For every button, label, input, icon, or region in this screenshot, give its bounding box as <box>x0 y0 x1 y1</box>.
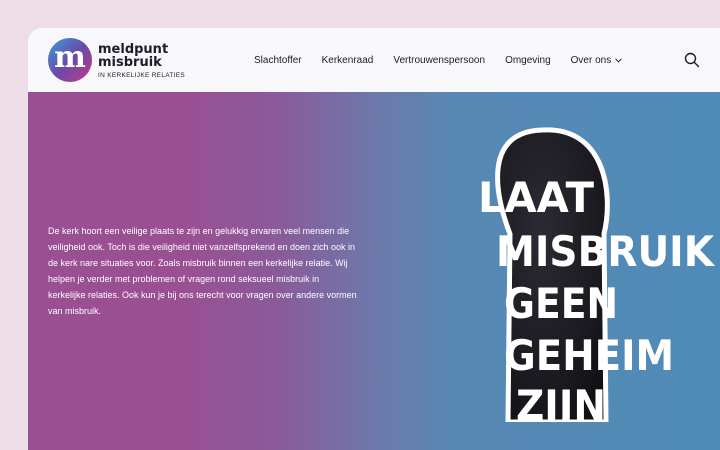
nav-item-slachtoffer[interactable]: Slachtoffer <box>254 55 302 66</box>
logo-name-line2: misbruik <box>98 55 162 70</box>
nav-item-vertrouwenspersoon[interactable]: Vertrouwenspersoon <box>393 55 485 66</box>
main-navigation: Slachtoffer Kerkenraad Vertrouwenspersoo… <box>254 28 642 92</box>
nav-item-kerkenraad[interactable]: Kerkenraad <box>322 55 374 66</box>
site-header: m meldpunt misbruik IN KERKELIJKE RELATI… <box>28 28 720 92</box>
hero-intro-text: De kerk hoort een veilige plaats te zijn… <box>48 226 357 316</box>
nav-item-omgeving[interactable]: Omgeving <box>505 55 551 66</box>
slogan-line-5: ZIJN <box>516 381 606 422</box>
chevron-down-icon <box>615 57 623 63</box>
slogan-line-1: LAAT <box>478 173 594 222</box>
hero-section: De kerk hoort een veilige plaats te zijn… <box>28 92 720 450</box>
slogan-line-2: MISBRUIK <box>496 227 715 276</box>
nav-item-over-ons[interactable]: Over ons <box>571 55 623 66</box>
logo-tagline: IN KERKELIJKE RELATIES <box>98 72 186 79</box>
site-logo[interactable]: m meldpunt misbruik IN KERKELIJKE RELATI… <box>48 38 198 82</box>
slogan-keyhole-graphic: LAAT MISBRUIK GEEN GEHEIM ZIJN <box>478 127 715 422</box>
logo-mark: m <box>48 38 92 82</box>
browser-window: m meldpunt misbruik IN KERKELIJKE RELATI… <box>28 28 720 450</box>
slogan-line-4: GEHEIM <box>504 331 674 380</box>
search-icon[interactable] <box>683 51 701 69</box>
slogan-line-3: GEEN <box>504 279 618 328</box>
nav-item-over-ons-label: Over ons <box>570 54 612 66</box>
